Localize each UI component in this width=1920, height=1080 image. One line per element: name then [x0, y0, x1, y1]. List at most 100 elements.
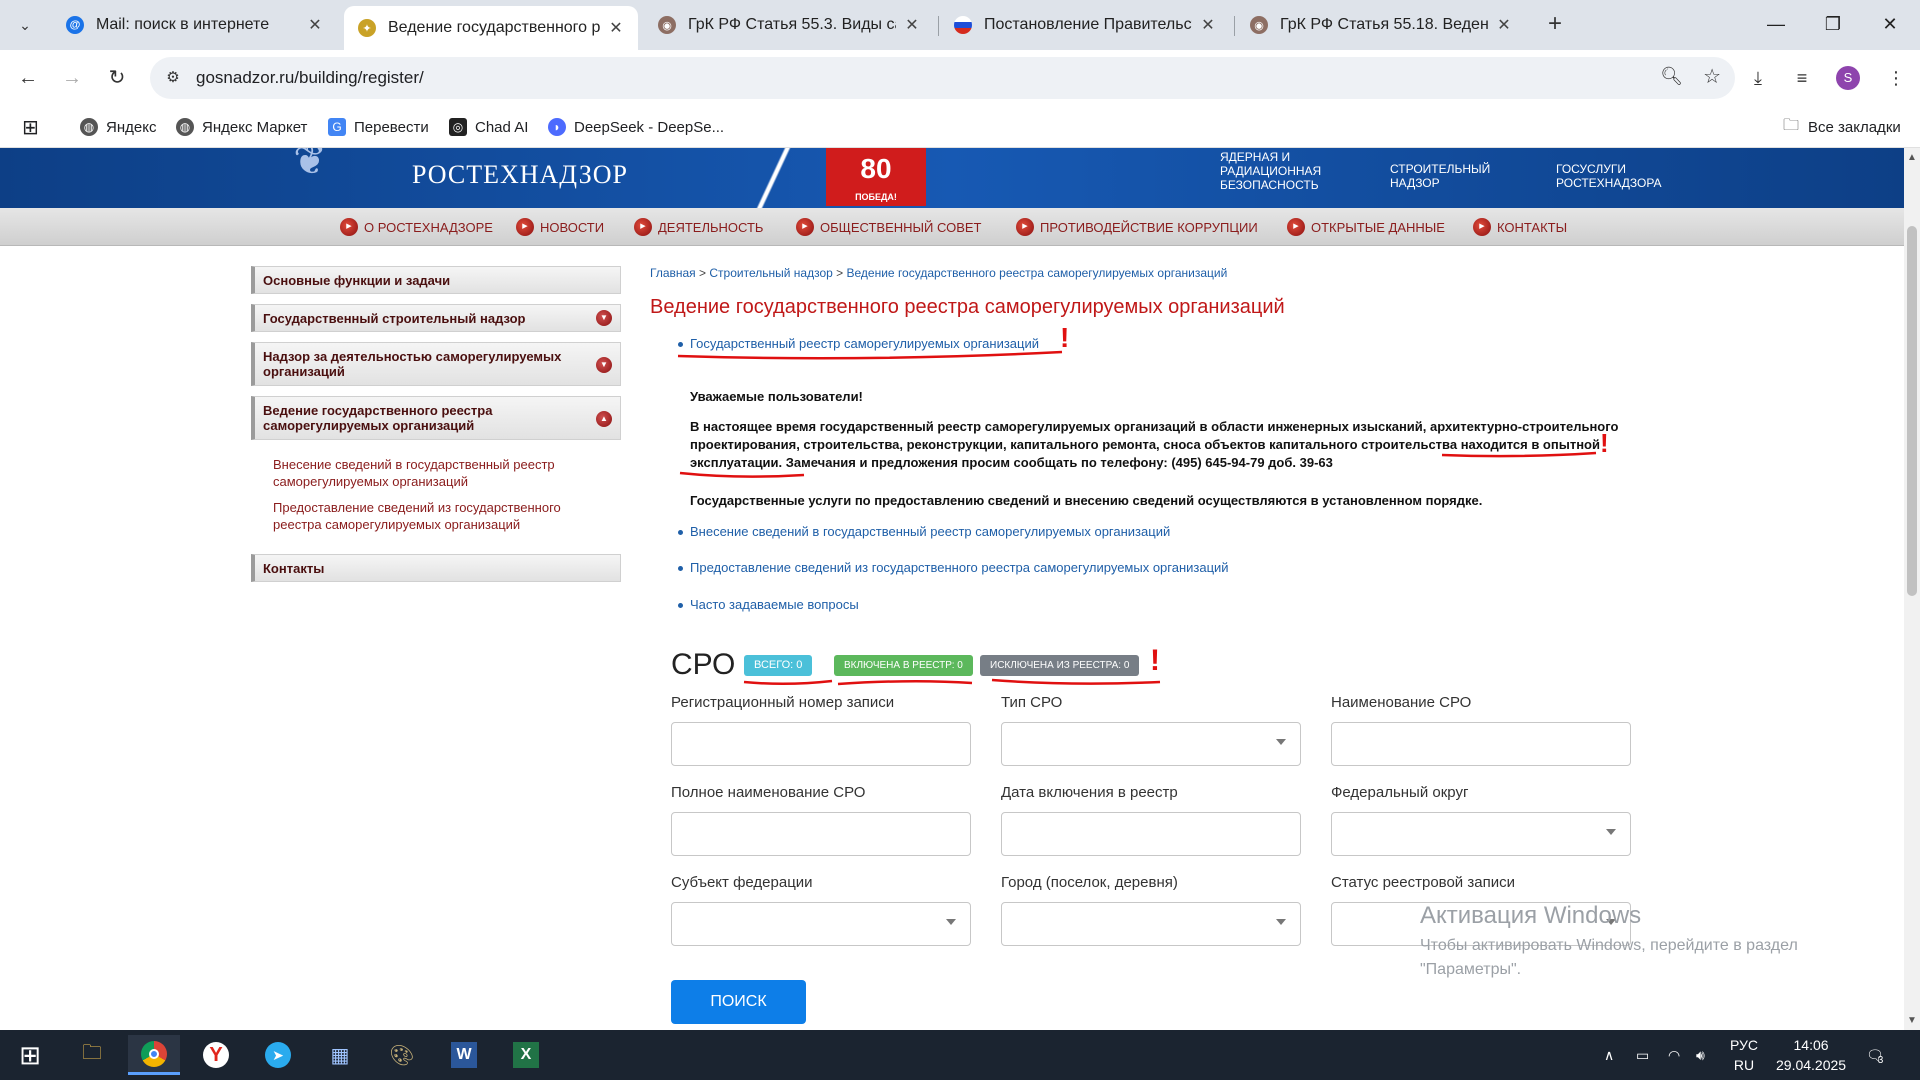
nav-public-council[interactable]: ▶ Общественный совет [796, 218, 981, 236]
chevron-down-icon [1606, 829, 1616, 835]
sro-full-name-input[interactable] [671, 812, 971, 856]
site-logo[interactable]: РОСТЕХНАДЗОР [412, 160, 628, 190]
forward-button[interactable]: → [56, 62, 88, 94]
scroll-up-icon[interactable]: ▲ [1907, 152, 1917, 163]
apps-grid-icon[interactable]: ⊞ [22, 116, 39, 139]
scroll-down-icon[interactable]: ▼ [1907, 1015, 1917, 1026]
sidebar-subitem-add-info[interactable]: Внесение сведений в государственный реес… [273, 456, 593, 490]
telegram-icon[interactable]: ➤ [252, 1035, 304, 1075]
header-link-gosuslugi[interactable]: Госуслуги Ростехнадзора [1556, 162, 1676, 190]
sidebar-item-label: Основные функции и задачи [263, 273, 451, 288]
sro-name-input[interactable] [1331, 722, 1631, 766]
inclusion-date-input[interactable] [1001, 812, 1301, 856]
address-bar[interactable]: ⚙ gosnadzor.ru/building/register/ 🔍︎ ☆ [150, 57, 1735, 99]
sidebar-item-label: Надзор за деятельностью саморегулируемых… [263, 349, 562, 379]
link-faq[interactable]: Часто задаваемые вопросы [690, 597, 859, 612]
zoom-icon[interactable]: 🔍︎ [1660, 66, 1683, 87]
wifi-icon[interactable]: ◠ [1668, 1030, 1680, 1080]
url-text[interactable]: gosnadzor.ru/building/register/ [196, 68, 424, 88]
nav-activity[interactable]: ▶ Деятельность [634, 218, 763, 236]
bookmark-yandex[interactable]: ◍ Яндекс [80, 116, 156, 138]
sidebar-item-registry[interactable]: Ведение государственного реестра саморег… [251, 396, 621, 440]
menu-icon[interactable]: ⋮ [1880, 62, 1912, 94]
reload-button[interactable]: ↻ [101, 62, 133, 94]
page-scrollbar[interactable]: ▲ ▼ [1904, 148, 1920, 1030]
paint-icon[interactable]: 🎨︎ [376, 1035, 428, 1075]
sidebar-item-functions[interactable]: Основные функции и задачи [251, 266, 621, 294]
badge-included[interactable]: Включена в реестр: 0 [834, 655, 973, 676]
sidebar-subitem-provide-info[interactable]: Предоставление сведений из государственн… [273, 499, 593, 533]
nav-news[interactable]: ▶ Новости [516, 218, 604, 236]
tab-registry[interactable]: ✦ Ведение государственного реестра ✕ [344, 6, 638, 50]
chevron-down-icon[interactable]: ▼ [596, 357, 612, 373]
search-button[interactable]: ПОИСК [671, 980, 806, 1024]
calculator-icon[interactable]: ▦ [314, 1035, 366, 1075]
close-icon[interactable]: ✕ [1496, 15, 1512, 35]
list-bullet [678, 530, 683, 535]
chevron-up-icon[interactable]: ▲ [596, 411, 612, 427]
emblem-icon: ❦ [293, 148, 327, 183]
word-icon[interactable]: W [438, 1035, 490, 1075]
reg-number-input[interactable] [671, 722, 971, 766]
tab-search-button[interactable]: ⌄ [10, 11, 40, 39]
close-window-button[interactable]: ✕ [1870, 8, 1910, 40]
bookmark-star-icon[interactable]: ☆ [1703, 64, 1721, 89]
breadcrumb-current[interactable]: Ведение государственного реестра саморег… [847, 266, 1228, 280]
media-control-icon[interactable]: ≡ [1786, 62, 1818, 94]
badge-excluded[interactable]: Исключена из реестра: 0 [980, 655, 1140, 676]
site-info-icon[interactable]: ⚙ [160, 65, 186, 91]
link-provide-info[interactable]: Предоставление сведений из государственн… [690, 560, 1229, 575]
nav-about[interactable]: ▶ О Ростехнадзоре [340, 218, 493, 236]
clock[interactable]: 14:06 29.04.2025 [1776, 1030, 1846, 1080]
chrome-icon[interactable] [128, 1035, 180, 1075]
file-explorer-icon[interactable]: 🗀 [66, 1035, 118, 1075]
sidebar-item-contacts[interactable]: Контакты [251, 554, 621, 582]
all-bookmarks[interactable]: 🗀 Все закладки [1782, 116, 1901, 138]
close-icon[interactable]: ✕ [608, 18, 624, 38]
folder-icon: 🗀 [1782, 116, 1799, 134]
header-link-nuclear[interactable]: Ядерная и радиационная безопасность [1220, 150, 1340, 192]
profile-avatar[interactable]: S [1836, 66, 1860, 90]
breadcrumb-home[interactable]: Главная [650, 266, 696, 280]
battery-icon[interactable]: ▭ [1636, 1030, 1649, 1080]
tab-grk-55-3[interactable]: ◉ ГрК РФ Статья 55.3. Виды само ✕ [644, 6, 934, 44]
minimize-button[interactable]: — [1756, 8, 1796, 40]
tray-overflow-icon[interactable]: ∧ [1604, 1030, 1614, 1080]
yandex-browser-icon[interactable]: Y [190, 1035, 242, 1075]
chevron-down-icon[interactable]: ▼ [596, 310, 612, 326]
nav-anticorruption[interactable]: ▶ Противодействие коррупции [1016, 218, 1258, 236]
language-indicator[interactable]: РУС RU [1730, 1030, 1758, 1080]
breadcrumb-section[interactable]: Строительный надзор [709, 266, 832, 280]
notifications-icon[interactable]: 🗨︎ 3 [1866, 1030, 1884, 1080]
badge-total[interactable]: Всего: 0 [744, 655, 813, 676]
tab-government-decree[interactable]: Постановление Правительства ✕ [940, 6, 1230, 44]
close-icon[interactable]: ✕ [307, 15, 323, 35]
header-link-construction[interactable]: Строительный надзор [1390, 162, 1500, 190]
download-icon[interactable]: ⤓ [1742, 62, 1774, 94]
volume-icon[interactable]: 🔊︎ [1696, 1030, 1705, 1080]
close-icon[interactable]: ✕ [904, 15, 920, 35]
sidebar-item-construction-supervision[interactable]: Государственный строительный надзор ▼ [251, 304, 621, 332]
close-icon[interactable]: ✕ [1200, 15, 1216, 35]
bookmark-chad-ai[interactable]: ◎ Chad AI [449, 116, 528, 138]
sidebar-item-sro-supervision[interactable]: Надзор за деятельностью саморегулируемых… [251, 342, 621, 386]
city-select[interactable] [1001, 902, 1301, 946]
tab-grk-55-18[interactable]: ◉ ГрК РФ Статья 55.18. Ведение ✕ [1236, 6, 1526, 44]
new-tab-button[interactable]: + [1540, 10, 1570, 40]
back-button[interactable]: ← [12, 62, 44, 94]
bookmark-yandex-market[interactable]: ◍ Яндекс Маркет [176, 116, 307, 138]
nav-contacts[interactable]: ▶ Контакты [1473, 218, 1567, 236]
bookmark-translate[interactable]: G Перевести [328, 116, 429, 138]
nav-open-data[interactable]: ▶ Открытые данные [1287, 218, 1445, 236]
link-add-info[interactable]: Внесение сведений в государственный реес… [690, 524, 1170, 539]
sro-type-select[interactable] [1001, 722, 1301, 766]
excel-icon[interactable]: X [500, 1035, 552, 1075]
victory-banner[interactable]: 80 ПОБЕДА! [826, 148, 926, 206]
restore-button[interactable]: ❐ [1813, 8, 1853, 40]
tab-mail[interactable]: @ Mail: поиск в интернете ✕ [52, 6, 337, 44]
federation-subject-select[interactable] [671, 902, 971, 946]
federal-district-select[interactable] [1331, 812, 1631, 856]
scrollbar-thumb[interactable] [1907, 226, 1917, 596]
windows-start-icon[interactable]: ⊞ [4, 1035, 56, 1075]
bookmark-deepseek[interactable]: ◗ DeepSeek - DeepSe... [548, 116, 724, 138]
